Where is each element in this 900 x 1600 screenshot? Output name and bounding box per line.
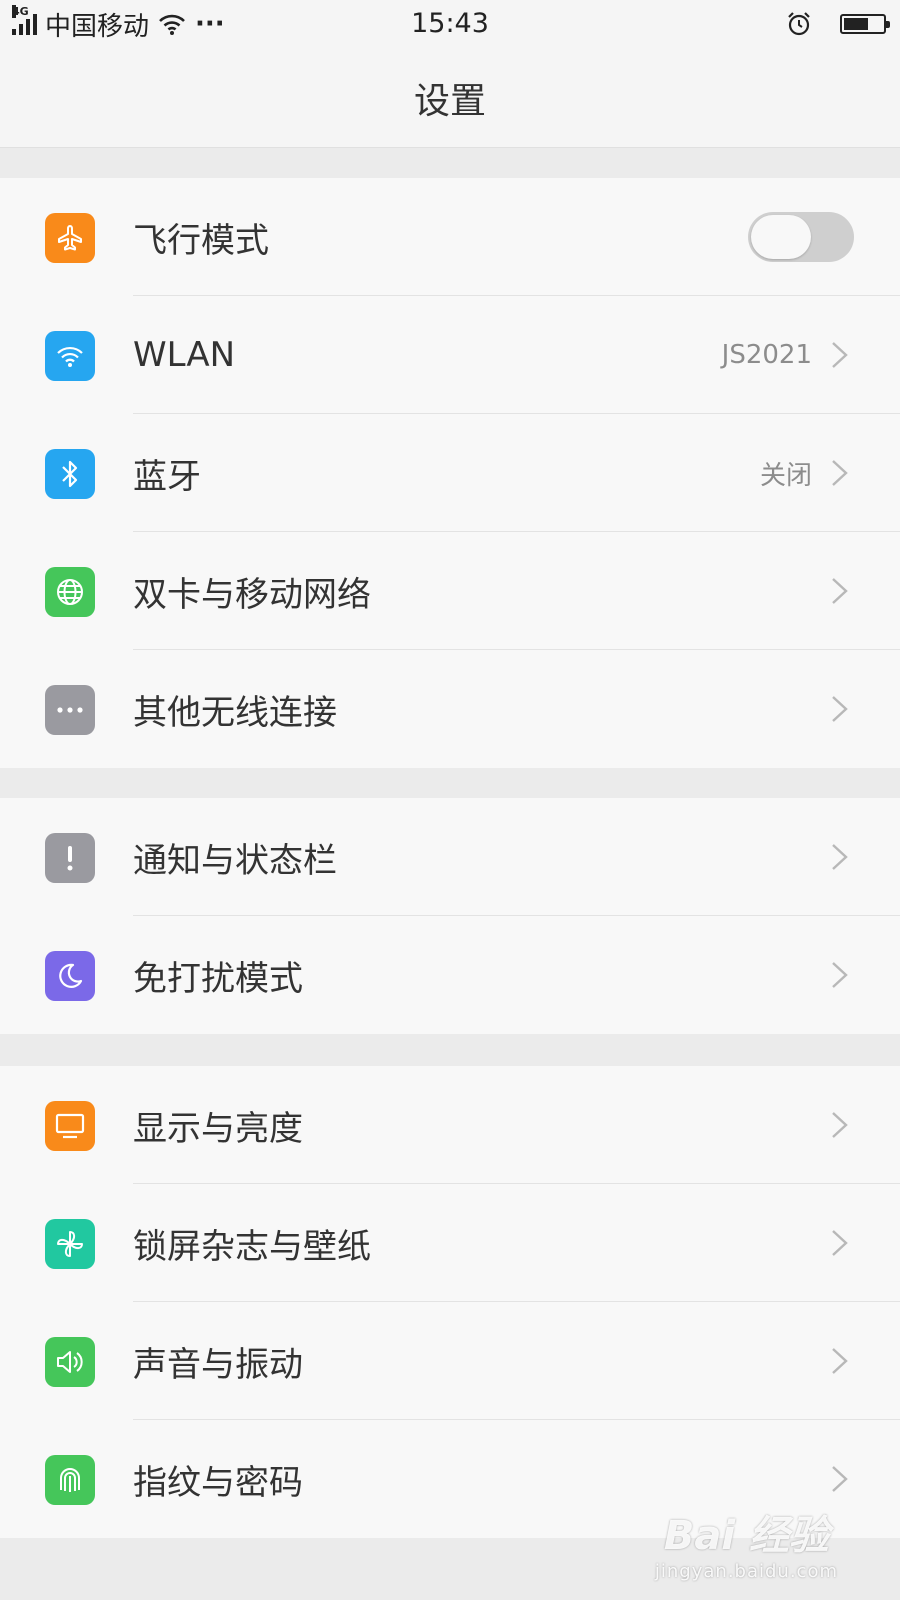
- pinwheel-icon: [45, 1219, 95, 1269]
- chevron-right-icon: [832, 578, 848, 604]
- settings-row-label: 其他无线连接: [133, 692, 337, 733]
- settings-row-label: 显示与亮度: [133, 1108, 303, 1149]
- alarm-icon: [788, 12, 810, 36]
- chevron-right-icon: [832, 1466, 848, 1492]
- moon-icon: [45, 951, 95, 1001]
- exclamation-icon: [45, 833, 95, 883]
- airplane-icon: [45, 213, 95, 263]
- chevron-right-icon: [832, 460, 848, 486]
- settings-row-display[interactable]: 显示与亮度: [0, 1066, 900, 1184]
- wlan-network-name: JS2021: [721, 340, 812, 370]
- settings-row-dual-sim[interactable]: 双卡与移动网络: [0, 532, 900, 650]
- speaker-icon: [45, 1337, 95, 1387]
- monitor-icon: [45, 1101, 95, 1151]
- settings-row-label: 飞行模式: [133, 220, 269, 261]
- settings-row-airplane-mode[interactable]: 飞行模式: [0, 178, 900, 296]
- signal-icon: 4G: [12, 5, 37, 35]
- settings-group-display: 显示与亮度 锁屏杂志与壁纸 声音与振动 指纹与密码: [0, 1066, 900, 1538]
- settings-row-label: 通知与状态栏: [133, 840, 337, 881]
- status-bar: 4G 中国移动 ··· 15:43: [0, 0, 900, 48]
- settings-row-label: 锁屏杂志与壁纸: [133, 1226, 371, 1267]
- settings-group-notifications: 通知与状态栏 免打扰模式: [0, 798, 900, 1034]
- chevron-right-icon: [832, 1112, 848, 1138]
- chevron-right-icon: [832, 844, 848, 870]
- settings-row-notifications[interactable]: 通知与状态栏: [0, 798, 900, 916]
- settings-row-label: 免打扰模式: [133, 958, 303, 999]
- airplane-mode-toggle[interactable]: [748, 212, 854, 262]
- page-header: 设置: [0, 48, 900, 148]
- bluetooth-icon: [45, 449, 95, 499]
- chevron-right-icon: [832, 1230, 848, 1256]
- settings-row-do-not-disturb[interactable]: 免打扰模式: [0, 916, 900, 1034]
- settings-row-wlan[interactable]: WLAN JS2021: [0, 296, 900, 414]
- more-notifications: ···: [195, 9, 225, 39]
- page-title: 设置: [413, 80, 486, 122]
- baidu-jingyan-watermark: Bai 经验 jingyan.baidu.com: [655, 1503, 838, 1582]
- settings-group-connections: 飞行模式 WLAN JS2021 蓝牙 关闭 双卡与移动网络 其他无线连接: [0, 178, 900, 768]
- settings-row-label: 双卡与移动网络: [133, 574, 371, 615]
- watermark-logo-text: Bai 经验: [663, 1513, 829, 1559]
- battery-fill: [844, 18, 868, 30]
- settings-row-label: 声音与振动: [133, 1344, 303, 1385]
- settings-row-label: 蓝牙: [133, 456, 201, 497]
- settings-row-label: WLAN: [133, 335, 236, 375]
- toggle-knob: [751, 215, 811, 259]
- wifi-icon: [45, 331, 95, 381]
- settings-row-lockscreen-wallpaper[interactable]: 锁屏杂志与壁纸: [0, 1184, 900, 1302]
- chevron-right-icon: [832, 342, 848, 368]
- settings-row-sound-vibration[interactable]: 声音与振动: [0, 1302, 900, 1420]
- settings-row-bluetooth[interactable]: 蓝牙 关闭: [0, 414, 900, 532]
- battery-icon: [840, 14, 890, 34]
- chevron-right-icon: [832, 962, 848, 988]
- more-icon: [45, 685, 95, 735]
- carrier-name: 中国移动: [45, 11, 150, 42]
- settings-row-other-wireless[interactable]: 其他无线连接: [0, 650, 900, 768]
- network-type: 4G: [12, 5, 29, 18]
- fingerprint-icon: [45, 1455, 95, 1505]
- wifi-status-icon: [159, 14, 185, 35]
- settings-row-label: 指纹与密码: [133, 1462, 303, 1503]
- chevron-right-icon: [832, 1348, 848, 1374]
- bluetooth-status: 关闭: [759, 460, 812, 491]
- watermark-url: jingyan.baidu.com: [654, 1561, 838, 1582]
- globe-icon: [45, 567, 95, 617]
- chevron-right-icon: [832, 696, 848, 722]
